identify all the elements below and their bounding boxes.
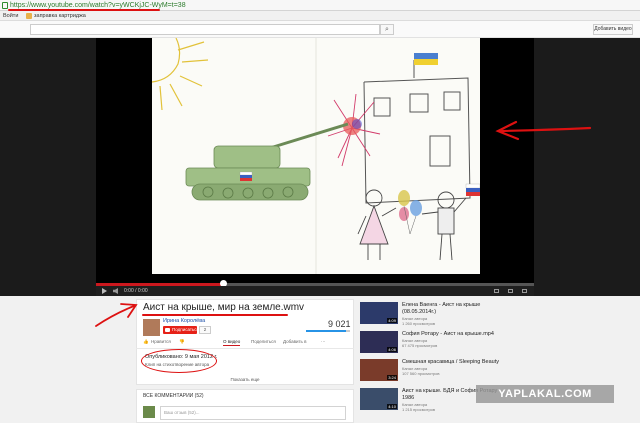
- video-thumbnail[interactable]: 4:06: [360, 331, 398, 353]
- upload-button[interactable]: Добавить видео: [593, 24, 633, 35]
- dislike-icon[interactable]: 👎: [179, 339, 185, 345]
- bookmarks-login[interactable]: Войти: [3, 11, 18, 21]
- like-icon[interactable]: 👍: [143, 339, 149, 345]
- action-tabs: 👍 Нравится 👎 О видео Поделиться Добавить…: [143, 338, 348, 347]
- related-video[interactable]: 4:06 София Ротару - Аист на крыше.mp4 Ка…: [360, 331, 560, 355]
- search-input[interactable]: [30, 24, 380, 35]
- fullscreen-icon[interactable]: [522, 289, 527, 293]
- related-video-title[interactable]: Смешная красавица / Sleeping Beauty: [402, 359, 499, 366]
- like-label[interactable]: Нравится: [151, 339, 171, 344]
- watermark: YAPLAKAL.COM: [476, 385, 614, 403]
- subscribe-button[interactable]: Подписаться: [163, 326, 199, 334]
- theater-mode-icon[interactable]: [508, 289, 513, 293]
- title-annotation-underline: [142, 314, 288, 316]
- search-icon: ⌕: [385, 26, 389, 33]
- subscriber-count: 2: [199, 326, 211, 334]
- view-count: 9 021: [328, 319, 351, 329]
- bookmarks-bar: Войти заправка картриджа: [0, 11, 640, 21]
- youtube-header: ⌕ Добавить видео: [0, 21, 640, 38]
- related-video-meta: Канал автора 1 215 просмотров: [402, 402, 436, 412]
- channel-name[interactable]: Ирина Королёва: [163, 318, 205, 324]
- like-ratio-bar: [306, 330, 350, 332]
- play-icon[interactable]: [102, 288, 107, 294]
- related-video-meta: Канал автора 1 260 просмотров: [402, 316, 436, 326]
- volume-icon[interactable]: [113, 288, 118, 294]
- related-video-title[interactable]: Елена Ваенга - Аист на крыше (08.05.2014г…: [402, 302, 480, 315]
- video-duration: 4:10: [387, 404, 397, 409]
- video-title: Аист на крыше, мир на земле.wmv: [143, 302, 305, 313]
- video-thumbnail[interactable]: 3:24: [360, 359, 398, 381]
- comments-header: ВСЕ КОММЕНТАРИИ (52): [143, 393, 204, 399]
- video-duration: 3:24: [387, 375, 397, 380]
- time-display: 0:00 / 0:00: [124, 288, 148, 294]
- player-controls: 0:00 / 0:00: [96, 286, 534, 296]
- channel-avatar[interactable]: [143, 319, 160, 336]
- youtube-logo-icon: [165, 328, 170, 332]
- tab-add-to[interactable]: Добавить в: [283, 339, 307, 344]
- related-video-title[interactable]: София Ротару - Аист на крыше.mp4: [402, 331, 494, 338]
- related-video-meta: Канал автора 107 560 просмотров: [402, 366, 440, 376]
- video-duration: 4:06: [387, 347, 397, 352]
- related-video[interactable]: 3:24 Смешная красавица / Sleeping Beauty…: [360, 359, 560, 383]
- video-frame-drawing: [152, 38, 480, 274]
- video-duration: 4:09: [387, 318, 397, 323]
- tab-share[interactable]: Поделиться: [251, 339, 276, 344]
- video-thumbnail[interactable]: 4:10: [360, 388, 398, 410]
- settings-icon[interactable]: [494, 289, 499, 293]
- subscribe-label: Подписаться: [172, 327, 199, 332]
- comments-section: ВСЕ КОММЕНТАРИИ (52) Ваш отзыв (52)...: [136, 389, 354, 423]
- comment-input[interactable]: Ваш отзыв (52)...: [160, 406, 346, 420]
- bookmark-item[interactable]: заправка картриджа: [34, 11, 86, 21]
- related-video[interactable]: 4:09 Елена Ваенга - Аист на крыше (08.05.…: [360, 302, 560, 326]
- video-thumbnail[interactable]: 4:09: [360, 302, 398, 324]
- folder-icon: [26, 13, 32, 19]
- more-icon[interactable]: ⋯: [321, 339, 326, 345]
- lock-icon: [2, 2, 8, 9]
- like-ratio-fill: [306, 330, 346, 332]
- search-button[interactable]: ⌕: [380, 24, 394, 35]
- commenter-avatar: [143, 406, 155, 418]
- browser-url-bar[interactable]: https://www.youtube.com/watch?v=yWCKjJC-…: [0, 0, 640, 11]
- publish-date-annotation-circle: [141, 349, 217, 373]
- related-video-meta: Канал автора 67 475 просмотров: [402, 338, 438, 348]
- tab-about[interactable]: О видео: [223, 339, 241, 346]
- show-more-button[interactable]: Показать еще: [136, 377, 354, 382]
